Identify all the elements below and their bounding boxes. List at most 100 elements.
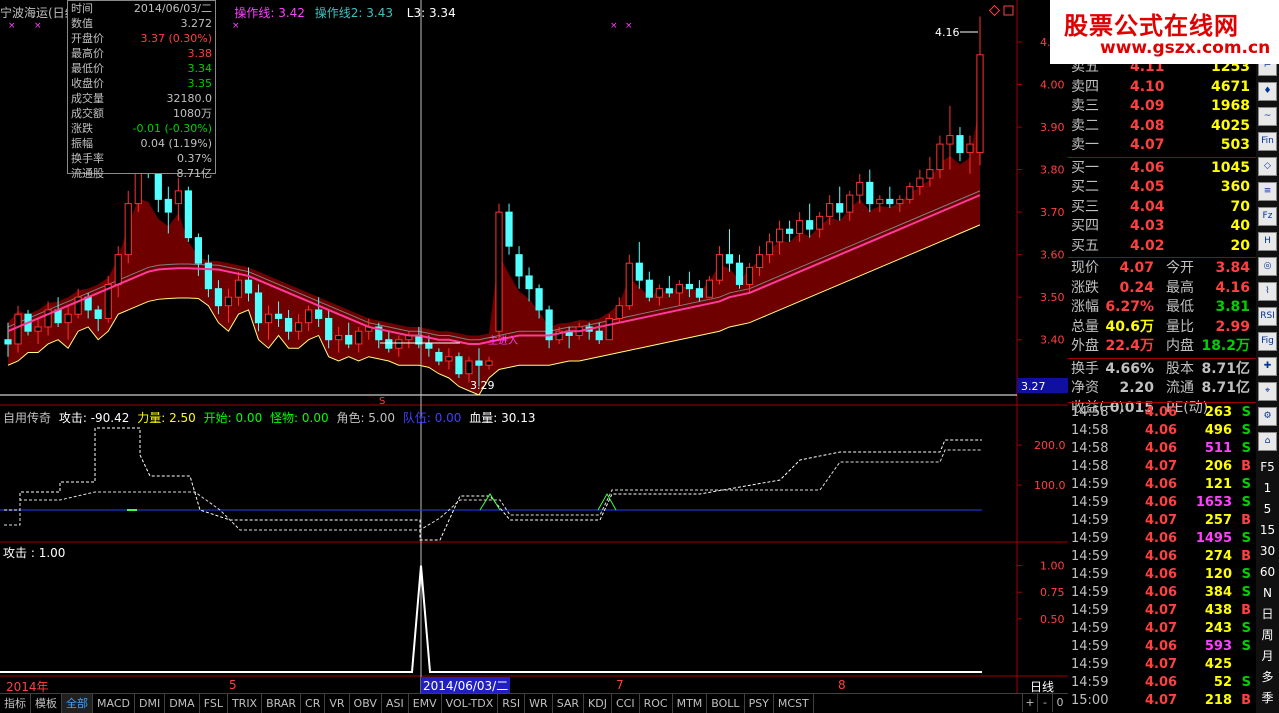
indicator-tab[interactable]: TRIX: [228, 694, 263, 713]
indicator-tab[interactable]: 全部: [62, 694, 93, 713]
sidebar-tool-button[interactable]: ◇: [1258, 157, 1277, 176]
info-value: 1080万: [173, 107, 212, 120]
candle-body: [836, 203, 844, 213]
ask-label: 卖三: [1071, 98, 1099, 114]
sidebar-period-button[interactable]: 15: [1256, 520, 1279, 541]
indicator-tab[interactable]: BOLL: [707, 694, 745, 713]
price-axis-label: 4.00: [1040, 79, 1065, 92]
info-label: 换手率: [71, 152, 104, 165]
indicator-tab[interactable]: VOL-TDX: [442, 694, 499, 713]
bid-row: 买一 4.06 1045: [1068, 159, 1254, 178]
candle-body: [194, 237, 202, 264]
indicator-tab[interactable]: MTM: [673, 694, 708, 713]
candle-body: [826, 203, 834, 217]
sidebar-tool-button[interactable]: ✚: [1258, 357, 1277, 376]
sidebar-period-button[interactable]: 60: [1256, 562, 1279, 583]
indicator-tab[interactable]: ROC: [640, 694, 673, 713]
indicator-tab[interactable]: OBV: [350, 694, 382, 713]
tick-price: 4.06: [1145, 495, 1178, 510]
cursor-info-box: 时间 2014/06/03/二 数值 3.272 开盘价 3.37 (0.30%) 最高价 3…: [67, 0, 216, 180]
indicator-tab[interactable]: MCST: [774, 694, 814, 713]
sidebar-tool-button[interactable]: ⚙: [1258, 407, 1277, 426]
sidebar-period-button[interactable]: 周: [1256, 625, 1279, 646]
sidebar-tool-button[interactable]: ~: [1258, 107, 1277, 126]
indicator-tab[interactable]: CR: [301, 694, 326, 713]
quote-row: 外盘 22.4万 内盘 18.2万: [1068, 337, 1254, 356]
sidebar-tool-button[interactable]: Fig: [1258, 332, 1277, 351]
candle-body: [234, 279, 243, 298]
info-row: 流通股 8.71亿: [68, 166, 215, 181]
indicator-tab[interactable]: RSI: [498, 694, 526, 713]
indicator-tab[interactable]: DMI: [135, 694, 166, 713]
indicator-tab[interactable]: PSY: [745, 694, 774, 713]
candle-body: [435, 351, 443, 362]
quote-value: 8.71亿: [1201, 360, 1250, 377]
ind1-line-1: [4, 427, 982, 541]
tick-row: 14:59 4.06 1495 S: [1068, 530, 1254, 548]
indicator-tab[interactable]: ASI: [382, 694, 409, 713]
sidebar-period-button[interactable]: 30: [1256, 541, 1279, 562]
candle-body: [325, 317, 333, 341]
indicator-tab[interactable]: DMA: [165, 694, 200, 713]
info-label: 涨跌: [71, 122, 93, 135]
candle-body: [956, 135, 964, 154]
sidebar-period-button[interactable]: 月: [1256, 646, 1279, 667]
sidebar-tool-button[interactable]: Fin: [1258, 132, 1277, 151]
tick-time: 14:58: [1071, 441, 1109, 456]
indicator-tab[interactable]: 模板: [31, 694, 62, 713]
sidebar-period-button[interactable]: 5: [1256, 499, 1279, 520]
candle-body: [345, 334, 353, 345]
quote-row: 涨跌 0.24 最高 4.16: [1068, 279, 1254, 298]
candle-body: [926, 169, 934, 179]
indicator-tab[interactable]: WR: [525, 694, 553, 713]
sidebar-period-button[interactable]: F5: [1256, 457, 1279, 478]
indicator-tab[interactable]: CCI: [612, 694, 640, 713]
quote-label: 流通: [1166, 380, 1194, 396]
bid-label: 买四: [1071, 218, 1099, 234]
quote-panel: 卖五 4.11 1253 卖四 4.10 4671 卖三 4.09 1968 卖二 4.08 4025…: [1068, 0, 1279, 713]
candle-body: [204, 262, 213, 290]
ask-label: 卖一: [1071, 137, 1099, 153]
indicator-tab[interactable]: 指标: [0, 694, 31, 713]
quote-value: 18.2万: [1201, 338, 1250, 354]
sidebar-tool-button[interactable]: Fz: [1258, 207, 1277, 226]
sidebar-period-button[interactable]: 多: [1256, 667, 1279, 688]
indicator-tab[interactable]: BRAR: [262, 694, 302, 713]
signal-marker: ×: [610, 21, 618, 31]
sidebar-tool-button[interactable]: ◎: [1258, 257, 1277, 276]
tick-time: 14:59: [1071, 603, 1109, 618]
tick-time: 14:59: [1071, 675, 1109, 690]
zoom-button[interactable]: +: [1022, 694, 1037, 712]
indicator-tab[interactable]: VR: [325, 694, 350, 713]
sidebar-tool-button[interactable]: H: [1258, 232, 1277, 251]
sidebar-period-button[interactable]: 季: [1256, 688, 1279, 709]
indicator-tab[interactable]: KDJ: [584, 694, 612, 713]
bid-row: 买二 4.05 360: [1068, 178, 1254, 197]
sidebar-period-button[interactable]: N: [1256, 583, 1279, 604]
sidebar-tool-button[interactable]: ♦: [1258, 82, 1277, 101]
sidebar-tool-button[interactable]: RSI: [1258, 307, 1277, 326]
info-row: 最高价 3.38: [68, 46, 215, 61]
zoom-button[interactable]: 0: [1052, 694, 1067, 712]
candle-body: [615, 305, 623, 319]
candle-body: [244, 279, 253, 294]
tick-time: 14:58: [1071, 405, 1109, 420]
indicator-tab[interactable]: FSL: [200, 694, 228, 713]
candle-body: [425, 343, 433, 349]
tick-time: 14:59: [1071, 639, 1109, 654]
candle-body: [755, 254, 764, 268]
sidebar-tool-button[interactable]: ⌂: [1258, 432, 1277, 451]
indicator-tab[interactable]: EMV: [409, 694, 442, 713]
sidebar-tool-button[interactable]: ⌇: [1258, 282, 1277, 301]
quote-value: 4.16: [1215, 279, 1250, 296]
sidebar-period-button[interactable]: 1: [1256, 478, 1279, 499]
tick-time: 14:59: [1071, 585, 1109, 600]
zoom-button[interactable]: -: [1037, 694, 1052, 712]
sidebar-tool-button[interactable]: ⌖: [1258, 382, 1277, 401]
sidebar-tool-button[interactable]: ≡: [1258, 182, 1277, 201]
tick-row: 14:59 4.06 384 S: [1068, 584, 1254, 602]
indicator-tab[interactable]: SAR: [553, 694, 585, 713]
sidebar-period-button[interactable]: 日: [1256, 604, 1279, 625]
indicator-tab[interactable]: MACD: [93, 694, 135, 713]
tick-side: S: [1241, 405, 1251, 420]
